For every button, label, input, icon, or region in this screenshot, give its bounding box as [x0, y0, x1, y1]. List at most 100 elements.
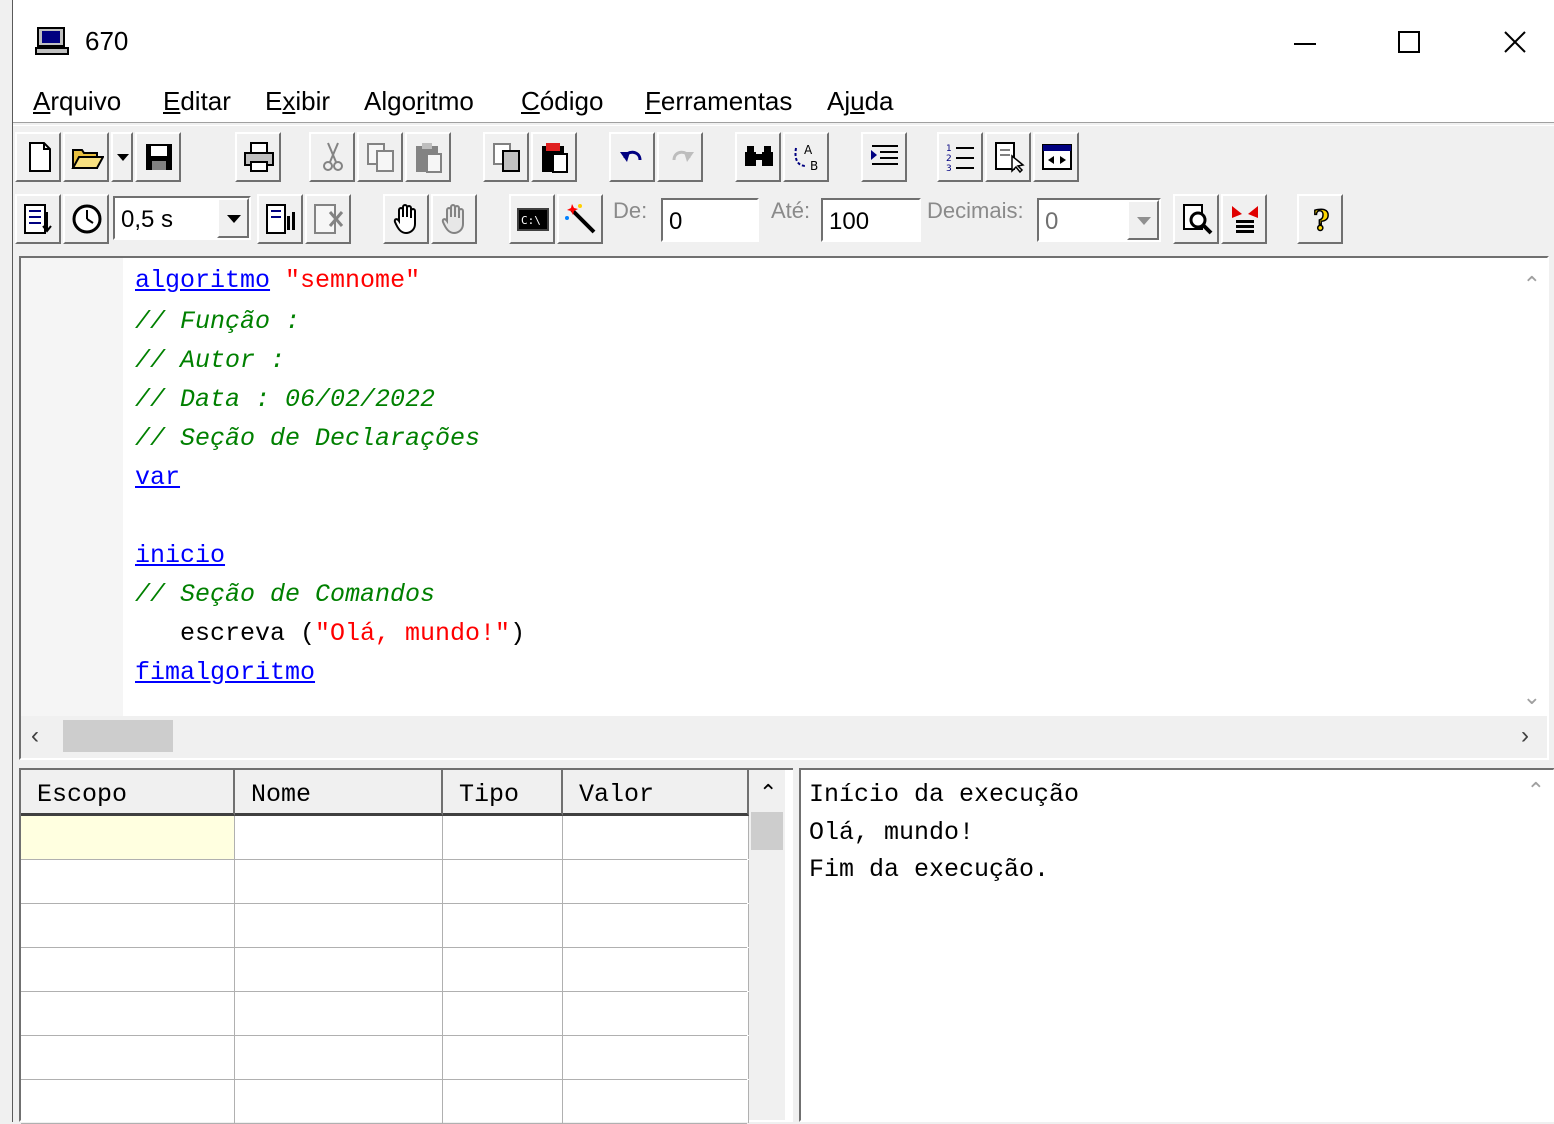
table-cell[interactable] — [21, 992, 235, 1035]
breakpoint-button[interactable] — [383, 194, 429, 244]
table-cell[interactable] — [563, 860, 749, 903]
table-cell[interactable] — [563, 992, 749, 1035]
table-cell[interactable] — [21, 860, 235, 903]
chevron-down-icon[interactable] — [1127, 200, 1159, 240]
table-cell[interactable] — [21, 948, 235, 991]
step-run-button[interactable] — [15, 194, 61, 244]
column-header-tipo[interactable]: Tipo — [443, 770, 563, 816]
menu-codigo[interactable]: Código — [521, 86, 603, 117]
scroll-right-icon[interactable]: › — [1521, 722, 1529, 750]
help-button[interactable]: ? — [1297, 194, 1343, 244]
new-file-button[interactable] — [15, 132, 61, 182]
column-header-escopo[interactable]: Escopo — [21, 770, 235, 816]
console-button[interactable]: C:\ — [509, 194, 555, 244]
column-header-nome[interactable]: Nome — [235, 770, 443, 816]
cut-button[interactable] — [309, 132, 355, 182]
open-recent-dropdown[interactable] — [111, 132, 133, 182]
scroll-up-icon[interactable]: ⌃ — [1527, 778, 1545, 804]
table-cell[interactable] — [21, 904, 235, 947]
clear-breakpoints-button[interactable] — [431, 194, 477, 244]
table-cell[interactable] — [235, 1080, 443, 1123]
table-cell[interactable] — [563, 948, 749, 991]
ate-input[interactable]: 100 — [821, 198, 921, 242]
table-row[interactable] — [21, 816, 749, 860]
table-cell[interactable] — [443, 948, 563, 991]
minimize-button[interactable] — [1275, 16, 1335, 68]
scroll-up-icon[interactable]: ⌃ — [759, 780, 777, 806]
output-panel[interactable]: Início da execução Olá, mundo! Fim da ex… — [799, 768, 1554, 1122]
decimais-select[interactable]: 0 — [1037, 198, 1161, 242]
table-cell[interactable] — [443, 816, 563, 859]
redo-button[interactable] — [657, 132, 703, 182]
table-cell[interactable] — [563, 816, 749, 859]
code-line[interactable]: fimalgoritmo — [135, 658, 315, 688]
menu-algoritmo[interactable]: Algoritmo — [364, 86, 474, 117]
code-line[interactable]: inicio — [135, 541, 225, 571]
maximize-button[interactable] — [1379, 16, 1439, 68]
save-button[interactable] — [135, 132, 181, 182]
table-row[interactable] — [21, 1080, 749, 1124]
close-button[interactable] — [1485, 16, 1545, 68]
code-line[interactable]: // Autor : — [135, 346, 285, 376]
menu-ferramentas[interactable]: Ferramentas — [645, 86, 792, 117]
table-cell[interactable] — [235, 992, 443, 1035]
table-cell[interactable] — [235, 860, 443, 903]
menu-exibir[interactable]: Exibir — [265, 86, 330, 117]
code-line[interactable]: // Seção de Comandos — [135, 580, 435, 610]
open-file-button[interactable] — [63, 132, 109, 182]
de-input[interactable]: 0 — [661, 198, 759, 242]
table-cell[interactable] — [563, 1036, 749, 1079]
line-numbers-button[interactable]: 123 — [937, 132, 983, 182]
table-cell[interactable] — [563, 904, 749, 947]
scroll-up-icon[interactable]: ⌃ — [1523, 272, 1541, 298]
table-cell[interactable] — [235, 904, 443, 947]
table-row[interactable] — [21, 948, 749, 992]
code-line[interactable]: algoritmo "semnome" — [135, 266, 420, 296]
horizontal-splitter[interactable] — [13, 760, 1554, 768]
undo-button[interactable] — [609, 132, 655, 182]
wizard-button[interactable] — [557, 194, 603, 244]
code-line[interactable]: var — [135, 463, 180, 493]
editor-gutter[interactable] — [21, 258, 123, 716]
table-cell[interactable] — [21, 1036, 235, 1079]
run-timed-button[interactable] — [257, 194, 303, 244]
inspect-button[interactable] — [1173, 194, 1219, 244]
paste-all-button[interactable] — [531, 132, 577, 182]
table-cell[interactable] — [443, 904, 563, 947]
fullscreen-button[interactable] — [1033, 132, 1079, 182]
table-cell[interactable] — [443, 860, 563, 903]
indent-button[interactable] — [861, 132, 907, 182]
table-cell[interactable] — [443, 1036, 563, 1079]
table-row[interactable] — [21, 992, 749, 1036]
replace-button[interactable]: AB — [783, 132, 829, 182]
copy-button[interactable] — [357, 132, 403, 182]
editor-horizontal-scrollbar[interactable]: ‹ › — [21, 716, 1547, 758]
speed-select[interactable]: 0,5 s — [113, 196, 251, 240]
scroll-down-icon[interactable]: ⌄ — [1523, 684, 1541, 710]
copy-all-button[interactable] — [483, 132, 529, 182]
menu-editar[interactable]: Editar — [163, 86, 231, 117]
scrollbar-thumb[interactable] — [63, 720, 173, 752]
table-row[interactable] — [21, 1036, 749, 1080]
code-editor[interactable]: algoritmo "semnome" // Função : // Autor :… — [19, 256, 1549, 760]
stop-button[interactable] — [305, 194, 351, 244]
table-row[interactable] — [21, 860, 749, 904]
find-button[interactable] — [735, 132, 781, 182]
code-line[interactable]: escreva ("Olá, mundo!") — [135, 619, 525, 649]
menu-ajuda[interactable]: Ajuda — [827, 86, 894, 117]
table-cell[interactable] — [443, 992, 563, 1035]
scrollbar-thumb[interactable] — [751, 812, 783, 850]
table-cell[interactable] — [443, 1080, 563, 1123]
variables-grid[interactable]: Escopo Nome Tipo Valor ⌃ — [19, 768, 799, 1124]
table-row[interactable] — [21, 904, 749, 948]
print-button[interactable] — [235, 132, 281, 182]
column-header-valor[interactable]: Valor — [563, 770, 749, 816]
table-cell[interactable] — [563, 1080, 749, 1123]
table-cell[interactable] — [235, 1036, 443, 1079]
table-cell[interactable] — [235, 948, 443, 991]
variables-vertical-scrollbar[interactable]: ⌃ — [749, 770, 785, 1120]
table-cell[interactable] — [21, 816, 235, 859]
table-cell[interactable] — [21, 1080, 235, 1123]
chevron-down-icon[interactable] — [217, 198, 249, 238]
paste-button[interactable] — [405, 132, 451, 182]
